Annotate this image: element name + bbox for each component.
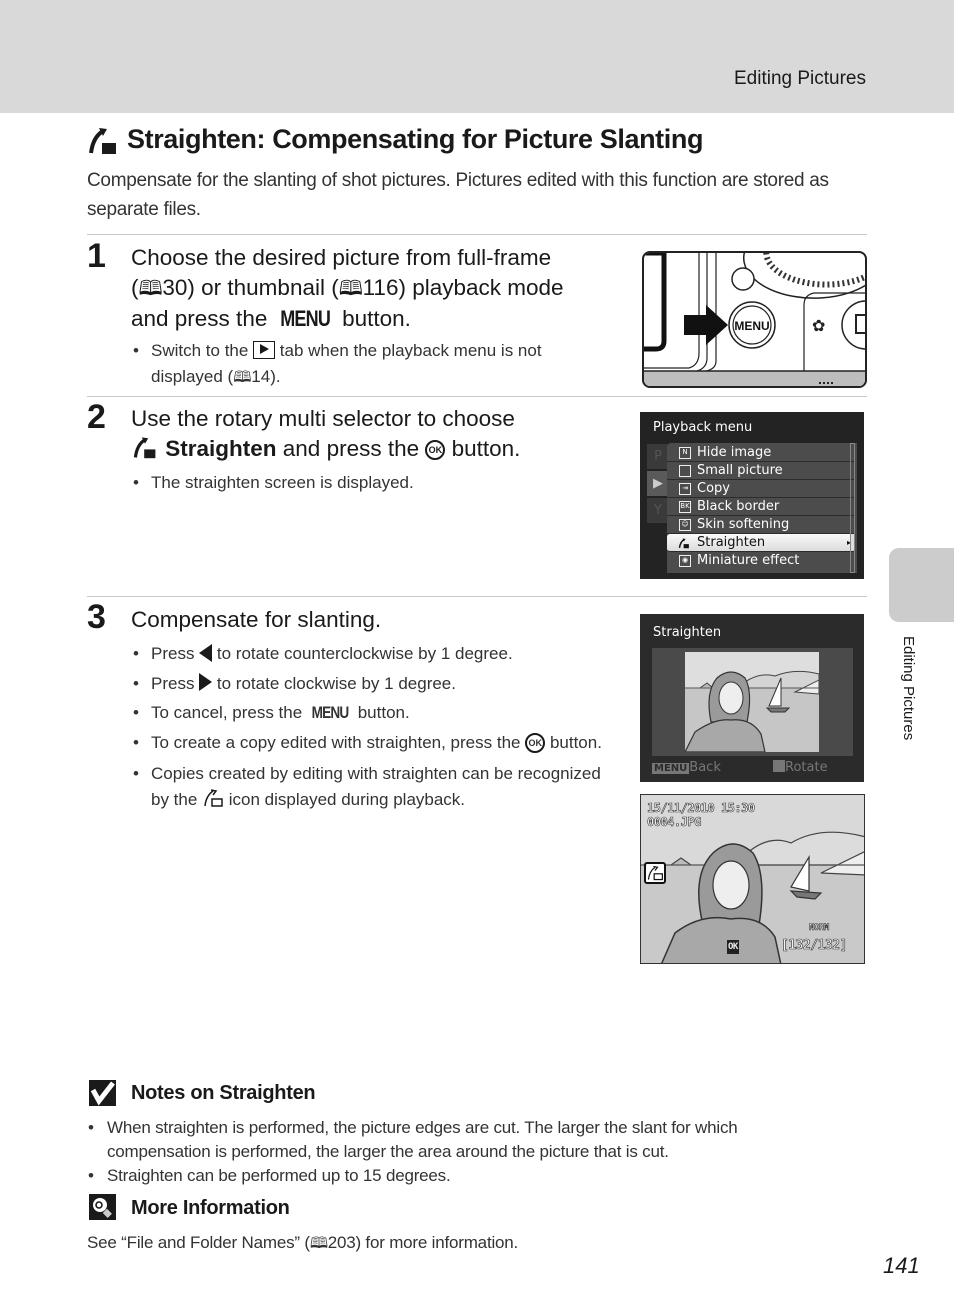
chapter-tab [889, 548, 954, 622]
tab-shooting[interactable]: P [647, 444, 669, 469]
preview-photo [685, 652, 819, 752]
step-1-heading: Choose the desired picture from full-fra… [131, 243, 621, 334]
copy-icon: ⇥ [679, 483, 691, 495]
intro-text: Compensate for the slanting of shot pict… [87, 170, 829, 220]
playback-menu-screen: Playback menu P ▶ Y N Hide image Small pi… [640, 412, 864, 579]
page-header [0, 0, 954, 113]
notes-list: When straighten is performed, the pictur… [87, 1116, 807, 1188]
step-2-bullets: The straighten screen is displayed. [131, 470, 611, 496]
play-tab-icon [253, 340, 276, 359]
book-icon: 🕮 [309, 1235, 328, 1252]
step-1-bullets: Switch to the tab when the playback menu… [131, 338, 611, 390]
ok-button-glyph: OK [425, 440, 446, 461]
book-icon: 🕮 [138, 278, 163, 300]
scrollbar-thumb[interactable] [851, 534, 854, 550]
straighten-screen: Straighten MENU Back Rotate [640, 614, 864, 782]
step-3-heading: Compensate for slanting. [131, 607, 382, 632]
camera-body-drawing: MENU ✿ [644, 253, 865, 386]
list-item: The straighten screen is displayed. [131, 470, 611, 496]
menu-item-black-border[interactable]: BK Black border [667, 498, 855, 516]
camera-menu-button-illustration: MENU ✿ [642, 251, 867, 388]
back-hint: MENU Back [652, 760, 721, 775]
more-info-heading: More Information [131, 1197, 290, 1219]
right-arrow-icon [199, 673, 213, 692]
divider [87, 396, 867, 397]
step-number-1: 1 [87, 237, 106, 275]
screen-title: Playback menu [653, 420, 753, 435]
ok-button-glyph: OK [525, 733, 546, 754]
step-2-heading: Use the rotary multi selector to choose … [131, 406, 521, 461]
checkmark-icon [89, 1080, 116, 1106]
menu-item-copy[interactable]: ⇥ Copy [667, 480, 855, 498]
skin-softening-icon: ☺ [679, 519, 691, 531]
menu-scrollbar[interactable] [850, 443, 855, 573]
book-icon: 🕮 [233, 368, 252, 386]
more-info-text: See “File and Folder Names” (🕮203) for m… [87, 1232, 518, 1258]
playback-screen: 15/11/2010 15:30 0004.JPG NORM OK [132/1… [640, 794, 865, 964]
menu-item-miniature-effect[interactable]: ◉ Miniature effect [667, 552, 855, 570]
list-item: Press to rotate counterclockwise by 1 de… [131, 641, 611, 667]
list-item: Switch to the tab when the playback menu… [131, 338, 611, 390]
menu-list: N Hide image Small picture ⇥ Copy BK Black … [667, 443, 857, 573]
page-number: 141 [883, 1253, 920, 1278]
straighten-copy-icon [644, 862, 666, 884]
rotate-hint: Rotate [773, 760, 828, 775]
preview-area [652, 648, 853, 756]
section-title: Editing Pictures [733, 68, 866, 89]
straighten-icon [133, 437, 156, 459]
page-title-text: Straighten: Compensating for Picture Sla… [127, 124, 704, 154]
image-quality: NORM [809, 923, 830, 934]
list-item: To create a copy edited with straighten,… [131, 730, 611, 756]
notes-heading: Notes on Straighten [131, 1082, 316, 1104]
menu-button-glyph: MENU [279, 306, 331, 331]
lightbulb-icon [89, 1194, 116, 1220]
left-right-selector-icon [773, 760, 785, 772]
page-reference[interactable]: 30 [162, 275, 187, 300]
list-item: To cancel, press the MENU button. [131, 700, 611, 726]
ok-voice-memo-hint: OK [727, 940, 739, 954]
straighten-copy-icon [204, 788, 223, 807]
menu-tabs: P ▶ Y [647, 444, 669, 524]
straighten-icon [678, 538, 689, 549]
step-number-3: 3 [87, 598, 106, 636]
screen-title: Straighten [653, 625, 722, 640]
miniature-effect-icon: ◉ [679, 555, 691, 567]
list-item: Press to rotate clockwise by 1 degree. [131, 671, 611, 697]
menu-item-small-picture[interactable]: Small picture [667, 462, 855, 480]
menu-item-hide-image[interactable]: N Hide image [667, 444, 855, 462]
small-picture-icon [679, 465, 691, 477]
portrait-photo [685, 652, 819, 752]
menu-key-icon: MENU [652, 763, 690, 774]
page-reference[interactable]: 14 [251, 367, 270, 386]
list-item: Copies created by editing with straighte… [131, 761, 611, 812]
frame-counter: [132/132] [781, 938, 848, 953]
step-3-bullets: Press to rotate counterclockwise by 1 de… [131, 641, 611, 812]
menu-item-straighten[interactable]: Straighten ▸ [667, 534, 855, 552]
book-icon: 🕮 [338, 278, 363, 300]
page-title: Straighten: Compensating for Picture Sla… [87, 124, 703, 155]
divider [87, 234, 867, 235]
menu-button-glyph: MENU [311, 703, 350, 722]
menu-button-label: MENU [734, 319, 769, 333]
straighten-icon [89, 127, 116, 154]
page-reference[interactable]: 116 [363, 275, 399, 300]
hide-image-icon: N [679, 447, 691, 459]
list-item: When straighten is performed, the pictur… [87, 1116, 807, 1164]
menu-item-skin-softening[interactable]: ☺ Skin softening [667, 516, 855, 534]
page-reference[interactable]: 203 [328, 1233, 356, 1252]
tab-setup[interactable]: Y [647, 498, 669, 523]
file-name: 0004.JPG [647, 815, 702, 830]
date-time: 15/11/2010 15:30 [647, 801, 756, 816]
chapter-tab-label: Editing Pictures [900, 636, 917, 741]
list-item: Straighten can be performed up to 15 deg… [87, 1164, 807, 1188]
left-arrow-icon [199, 643, 213, 662]
step-number-2: 2 [87, 398, 106, 436]
black-border-icon: BK [679, 501, 691, 513]
divider [87, 596, 867, 597]
tab-playback[interactable]: ▶ [647, 471, 669, 496]
macro-icon: ✿ [812, 318, 825, 335]
